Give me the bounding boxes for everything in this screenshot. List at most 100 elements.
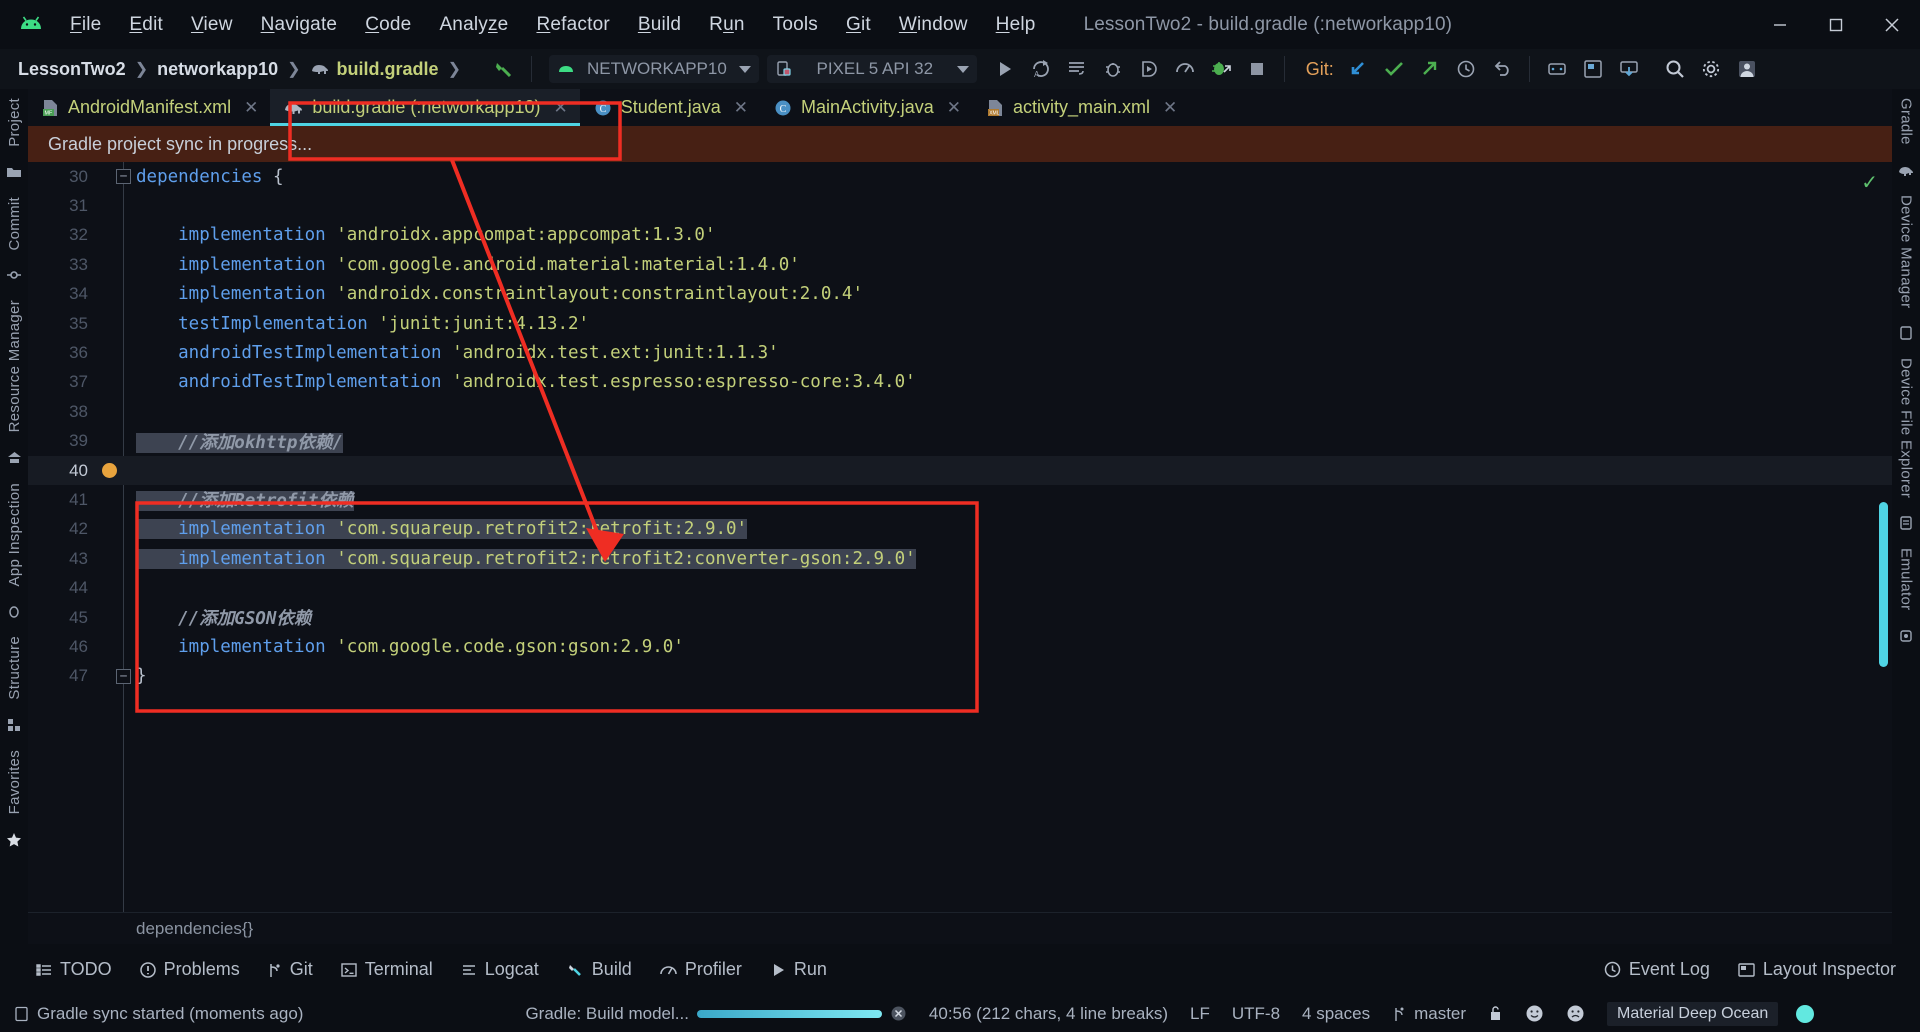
tool-button-terminal[interactable]: Terminal	[341, 959, 433, 980]
intention-bulb-icon[interactable]	[102, 462, 117, 478]
sidebar-item-device-file-explorer[interactable]: Device File Explorer	[1898, 349, 1915, 507]
device-manager-icon[interactable]	[1541, 54, 1573, 84]
resource-manager-icon[interactable]	[7, 442, 22, 474]
device-manager-icon[interactable]	[1899, 317, 1913, 349]
close-icon[interactable]: ✕	[734, 98, 748, 118]
code-text[interactable]: implementation 'androidx.appcompat:appco…	[136, 225, 715, 245]
structure-icon[interactable]	[7, 709, 21, 741]
sidebar-item-favorites[interactable]: Favorites	[6, 741, 23, 823]
code-text[interactable]: //添加Retrofit依赖	[136, 487, 354, 512]
menu-file[interactable]: File	[56, 10, 115, 40]
chevron-down-icon[interactable]	[956, 65, 969, 73]
code-text[interactable]: //添加GSON依赖	[136, 605, 311, 630]
run-icon[interactable]	[989, 54, 1021, 84]
theme-color-dot[interactable]	[1796, 1004, 1815, 1023]
code-line[interactable]: 39 //添加okhttp依赖/	[28, 427, 1892, 456]
project-files-icon[interactable]	[6, 156, 22, 188]
code-line[interactable]: 40 implementation("com.squareup.okhttp3:…	[28, 455, 1892, 486]
sidebar-item-device-manager[interactable]: Device Manager	[1898, 186, 1915, 317]
app-inspection-icon[interactable]	[7, 595, 21, 627]
code-line[interactable]: 47 −}	[28, 662, 1892, 691]
breadcrumb-file[interactable]: build.gradle	[337, 59, 439, 80]
code-line[interactable]: 44	[28, 573, 1892, 602]
code-line[interactable]: 35 testImplementation 'junit:junit:4.13.…	[28, 309, 1892, 338]
tool-button-todo[interactable]: TODO	[36, 959, 112, 980]
status-lock[interactable]	[1488, 1005, 1503, 1022]
menu-run[interactable]: Run	[695, 10, 758, 40]
status-theme[interactable]: Material Deep Ocean	[1607, 1001, 1815, 1026]
close-button[interactable]	[1864, 0, 1920, 49]
code-line[interactable]: 37 androidTestImplementation 'androidx.t…	[28, 368, 1892, 397]
code-line[interactable]: 45 //添加GSON依赖	[28, 603, 1892, 632]
close-icon[interactable]: ✕	[947, 98, 961, 118]
close-icon[interactable]: ✕	[553, 98, 567, 118]
code-line[interactable]: 46 implementation 'com.google.code.gson:…	[28, 632, 1892, 661]
menu-build[interactable]: Build	[624, 10, 695, 40]
build-hammer-icon[interactable]	[488, 54, 520, 84]
fold-collapse-icon[interactable]: −	[116, 169, 131, 184]
editor-scrollbar-thumb[interactable]	[1879, 502, 1888, 667]
code-text[interactable]: //添加okhttp依赖/	[136, 429, 343, 454]
close-icon[interactable]: ✕	[244, 98, 258, 118]
menu-code[interactable]: Code	[351, 10, 425, 40]
sidebar-item-structure[interactable]: Structure	[6, 627, 23, 709]
menu-analyze[interactable]: Analyze	[425, 10, 522, 40]
attach-debugger-icon[interactable]	[1133, 54, 1165, 84]
layout-inspector-icon[interactable]	[1577, 54, 1609, 84]
code-text[interactable]: implementation 'com.squareup.retrofit2:r…	[136, 519, 748, 540]
sidebar-item-project[interactable]: Project	[6, 89, 23, 156]
tab-build-gradle[interactable]: build.gradle (:networkapp10) ✕	[270, 89, 580, 126]
commit-icon[interactable]	[1378, 54, 1410, 84]
code-lines-container[interactable]: 30− dependencies {31 32 implementation 'an…	[28, 162, 1892, 944]
editor-bottom-breadcrumb[interactable]: dependencies{}	[28, 912, 1892, 944]
sidebar-item-app-inspection[interactable]: App Inspection	[6, 474, 23, 595]
emulator-icon[interactable]	[1899, 620, 1913, 652]
device-file-explorer-icon[interactable]	[1899, 507, 1913, 539]
tool-button-profiler[interactable]: Profiler	[660, 959, 742, 980]
code-text[interactable]: implementation 'com.squareup.retrofit2:r…	[136, 548, 916, 569]
code-line[interactable]: 42 implementation 'com.squareup.retrofit…	[28, 515, 1892, 544]
tab-activity-main-xml[interactable]: XML activity_main.xml ✕	[973, 89, 1189, 126]
sidebar-item-gradle[interactable]: Gradle	[1898, 89, 1915, 154]
menu-view[interactable]: View	[177, 10, 247, 40]
code-line[interactable]: 32 implementation 'androidx.appcompat:ap…	[28, 221, 1892, 250]
code-line[interactable]: 33 implementation 'com.google.android.ma…	[28, 250, 1892, 279]
apply-code-changes-icon[interactable]	[1061, 54, 1093, 84]
code-line[interactable]: 36 androidTestImplementation 'androidx.t…	[28, 338, 1892, 367]
code-text[interactable]: androidTestImplementation 'androidx.test…	[136, 343, 779, 363]
tab-mainactivity-java[interactable]: C MainActivity.java ✕	[760, 89, 973, 126]
avatar-icon[interactable]	[1731, 54, 1763, 84]
status-sad-face[interactable]	[1566, 1004, 1585, 1023]
tool-button-git[interactable]: Git	[268, 959, 313, 980]
tool-button-event-log[interactable]: Event Log	[1604, 959, 1710, 980]
code-text[interactable]: androidTestImplementation 'androidx.test…	[136, 372, 916, 392]
device-selector[interactable]: PIXEL 5 API 32	[766, 55, 977, 83]
tool-button-run[interactable]: Run	[770, 959, 827, 980]
status-encoding[interactable]: UTF-8	[1232, 1004, 1280, 1024]
commit-branch-icon[interactable]	[7, 259, 21, 291]
fold-expand-icon[interactable]: −	[116, 668, 131, 684]
cancel-task-icon[interactable]	[890, 1005, 907, 1022]
menu-window[interactable]: Window	[885, 10, 982, 40]
code-text[interactable]: testImplementation 'junit:junit:4.13.2'	[136, 314, 589, 334]
code-editor[interactable]: 30− dependencies {31 32 implementation 'an…	[28, 162, 1892, 944]
maximize-button[interactable]	[1808, 0, 1864, 49]
history-icon[interactable]	[1450, 54, 1482, 84]
sidebar-item-emulator[interactable]: Emulator	[1898, 539, 1915, 619]
breadcrumb-module[interactable]: networkapp10	[157, 59, 278, 80]
code-line[interactable]: 31	[28, 191, 1892, 220]
sidebar-item-commit[interactable]: Commit	[6, 188, 23, 259]
settings-gear-icon[interactable]	[1695, 54, 1727, 84]
code-text[interactable]: implementation 'com.google.code.gson:gso…	[136, 637, 684, 657]
menu-git[interactable]: Git	[832, 10, 885, 40]
tab-student-java[interactable]: C Student.java ✕	[580, 89, 760, 126]
run-configuration-selector[interactable]: NETWORKAPP10	[548, 55, 759, 83]
menu-tools[interactable]: Tools	[759, 10, 832, 40]
code-line[interactable]: 30 − dependencies {	[28, 162, 1892, 191]
status-line-separator[interactable]: LF	[1190, 1004, 1210, 1024]
tab-androidmanifest-xml[interactable]: MF AndroidManifest.xml ✕	[28, 89, 270, 126]
status-caret-position[interactable]: 40:56 (212 chars, 4 line breaks)	[929, 1004, 1168, 1024]
status-happy-face[interactable]	[1525, 1004, 1544, 1023]
menu-navigate[interactable]: Navigate	[247, 10, 352, 40]
search-icon[interactable]	[1659, 54, 1691, 84]
